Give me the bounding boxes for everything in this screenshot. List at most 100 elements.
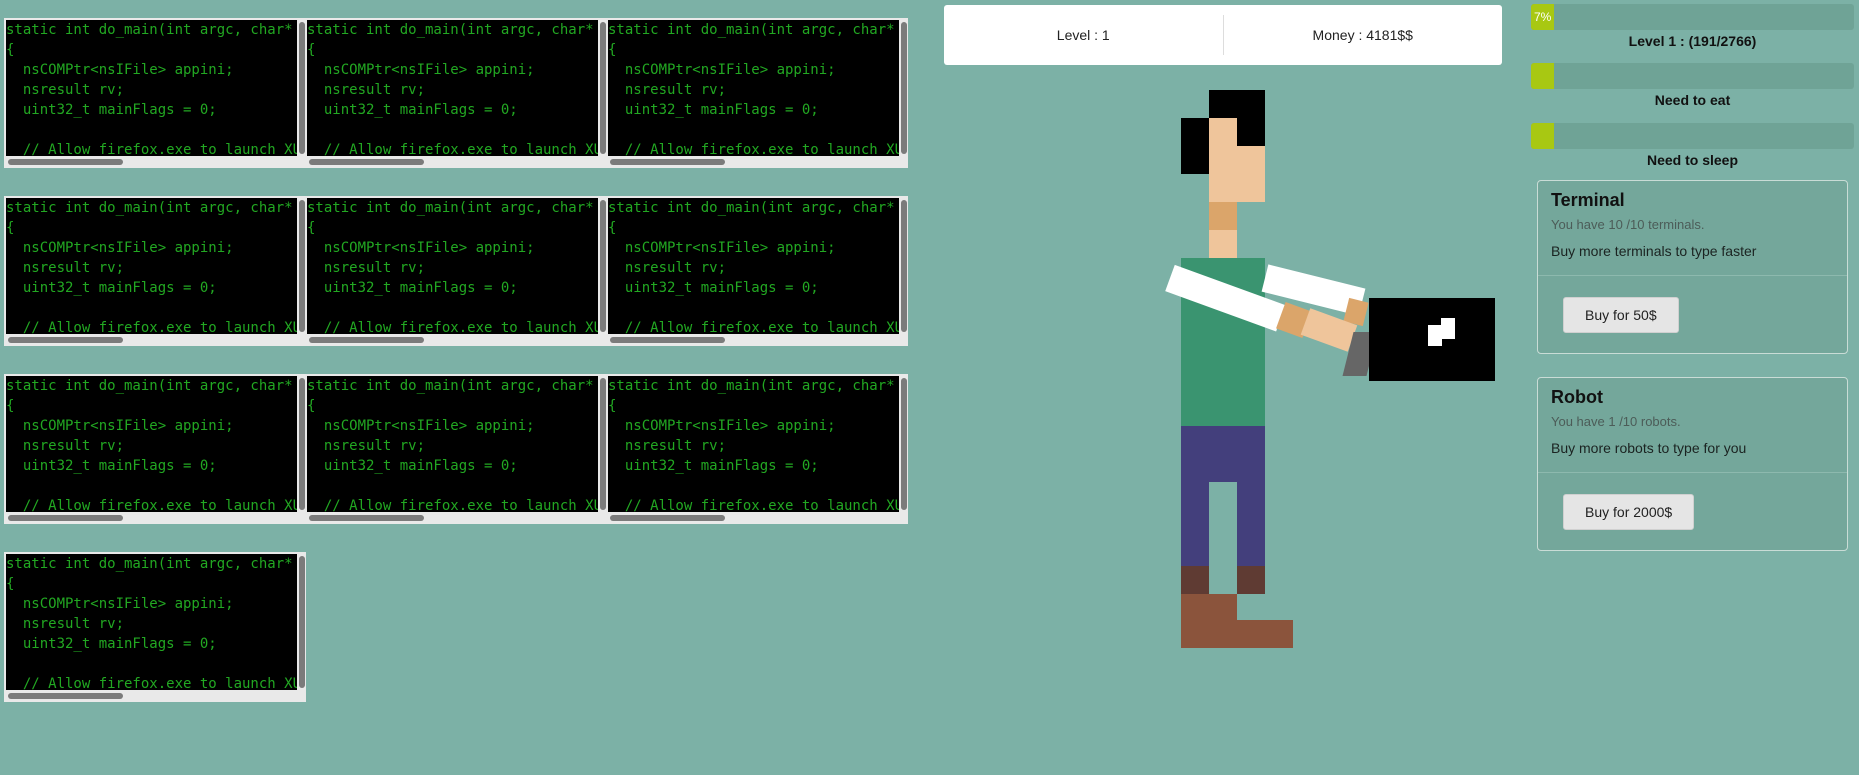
code-line: // Allow firefox.exe to launch XULRunner… [22,676,297,690]
terminal-shop-card: Terminal You have 10 /10 terminals. Buy … [1537,180,1848,354]
code-line: nsresult rv; [307,82,426,98]
code-line: static int do_main(int argc, char* argv[… [307,200,594,216]
scrollbar-thumb[interactable] [901,200,907,332]
terminal-horizontal-scrollbar[interactable] [608,335,899,345]
terminal-screen[interactable]: static int do_main(int argc, char* argv[… [6,554,297,690]
level-progress-fill: 7% [1531,4,1554,30]
code-line: nsCOMPtr<nsIFile> appini; [608,418,836,434]
terminal-screen[interactable]: static int do_main(int argc, char* argv[… [608,198,899,334]
terminal-window[interactable]: static int do_main(int argc, char* argv[… [4,374,306,524]
code-line: uint32_t mainFlags = 0; [6,458,217,474]
level-label: Level : 1 [1056,27,1110,43]
eat-need-bar [1531,63,1854,89]
terminal-horizontal-scrollbar[interactable] [6,513,297,523]
terminal-window[interactable]: static int do_main(int argc, char* argv[… [606,374,908,524]
character-leg-right [1237,482,1265,566]
terminal-screen[interactable]: static int do_main(int argc, char* argv[… [307,376,598,512]
character-neck-lower [1209,230,1237,258]
scrollbar-thumb[interactable] [610,337,725,343]
code-line: nsresult rv; [608,260,727,276]
terminal-screen[interactable]: static int do_main(int argc, char* argv[… [6,376,297,512]
scrollbar-thumb[interactable] [610,159,725,165]
scrollbar-thumb[interactable] [901,378,907,510]
code-line: { [307,220,316,236]
terminal-horizontal-scrollbar[interactable] [307,157,598,167]
terminal-window[interactable]: static int do_main(int argc, char* argv[… [606,18,908,168]
code-line: { [307,42,316,58]
terminal-horizontal-scrollbar[interactable] [6,335,297,345]
terminal-screen[interactable]: static int do_main(int argc, char* argv[… [307,198,598,334]
code-line: static int do_main(int argc, char* argv[… [6,200,293,216]
terminal-screen[interactable]: static int do_main(int argc, char* argv[… [608,20,899,156]
scrollbar-thumb[interactable] [309,515,424,521]
character-face-lower [1237,146,1265,202]
code-line: // Allow firefox.exe to launch XULRunner… [22,320,297,334]
terminal-window[interactable]: static int do_main(int argc, char* argv[… [305,196,607,346]
money-display: Money : 4181$$ [1224,5,1503,65]
terminal-window[interactable]: static int do_main(int argc, char* argv[… [4,18,306,168]
terminal-shop-divider [1538,275,1847,276]
scrollbar-thumb[interactable] [901,22,907,154]
code-line: static int do_main(int argc, char* argv[… [608,200,895,216]
code-line: { [6,42,15,58]
buy-terminal-button[interactable]: Buy for 50$ [1563,297,1679,333]
scrollbar-thumb[interactable] [8,515,123,521]
terminal-window[interactable]: static int do_main(int argc, char* argv[… [305,374,607,524]
character-shoe-left [1181,594,1237,622]
code-line: static int do_main(int argc, char* argv[… [608,22,895,38]
terminal-horizontal-scrollbar[interactable] [608,157,899,167]
code-line: nsCOMPtr<nsIFile> appini; [6,62,234,78]
scrollbar-thumb[interactable] [610,515,725,521]
code-line: static int do_main(int argc, char* argv[… [6,22,293,38]
code-line: // Allow firefox.exe to launch XULRunner… [624,320,899,334]
status-panel: Level : 1 Money : 4181$$ [944,5,1502,65]
terminal-vertical-scrollbar[interactable] [900,198,908,334]
game-stage: static int do_main(int argc, char* argv[… [0,0,1859,775]
code-line: uint32_t mainFlags = 0; [307,458,518,474]
terminal-screen[interactable]: static int do_main(int argc, char* argv[… [307,20,598,156]
terminal-horizontal-scrollbar[interactable] [6,157,297,167]
terminal-vertical-scrollbar[interactable] [900,376,908,512]
code-line: nsCOMPtr<nsIFile> appini; [307,240,535,256]
terminal-horizontal-scrollbar[interactable] [6,691,297,701]
terminal-window[interactable]: static int do_main(int argc, char* argv[… [606,196,908,346]
buy-robot-button[interactable]: Buy for 2000$ [1563,494,1695,530]
robot-shop-count: You have 1 /10 robots. [1551,414,1681,429]
code-line: { [608,220,617,236]
character-hair-fringe [1237,118,1265,146]
scrollbar-thumb[interactable] [8,693,123,699]
code-line: uint32_t mainFlags = 0; [6,102,217,118]
terminal-window[interactable]: static int do_main(int argc, char* argv[… [4,552,306,702]
code-line: { [608,42,617,58]
level-progress-caption: Level 1 : (191/2766) [1628,33,1757,49]
terminal-vertical-scrollbar[interactable] [298,554,306,690]
character-sock-right [1237,566,1265,594]
scrollbar-thumb[interactable] [309,337,424,343]
scrollbar-thumb[interactable] [8,337,123,343]
terminal-screen[interactable]: static int do_main(int argc, char* argv[… [608,376,899,512]
terminal-window[interactable]: static int do_main(int argc, char* argv[… [305,18,607,168]
terminal-vertical-scrollbar[interactable] [900,20,908,156]
code-line: nsCOMPtr<nsIFile> appini; [6,596,234,612]
code-line: static int do_main(int argc, char* argv[… [6,556,293,572]
code-line: nsresult rv; [608,82,727,98]
terminal-screen[interactable]: static int do_main(int argc, char* argv[… [6,198,297,334]
code-line: static int do_main(int argc, char* argv[… [6,378,293,394]
scrollbar-thumb[interactable] [299,556,305,688]
sleep-need-caption: Need to sleep [1646,152,1739,168]
code-line: { [6,398,15,414]
terminal-shop-count: You have 10 /10 terminals. [1551,217,1705,232]
code-line: uint32_t mainFlags = 0; [608,102,819,118]
character-neck [1209,202,1237,230]
terminal-shop-description: Buy more terminals to type faster [1551,243,1757,259]
terminal-horizontal-scrollbar[interactable] [307,513,598,523]
terminal-horizontal-scrollbar[interactable] [608,513,899,523]
terminal-screen[interactable]: static int do_main(int argc, char* argv[… [6,20,297,156]
scrollbar-thumb[interactable] [8,159,123,165]
robot-shop-divider [1538,472,1847,473]
terminal-horizontal-scrollbar[interactable] [307,335,598,345]
scrollbar-thumb[interactable] [309,159,424,165]
terminal-window[interactable]: static int do_main(int argc, char* argv[… [4,196,306,346]
code-line: // Allow firefox.exe to launch XULRunner… [624,498,899,512]
